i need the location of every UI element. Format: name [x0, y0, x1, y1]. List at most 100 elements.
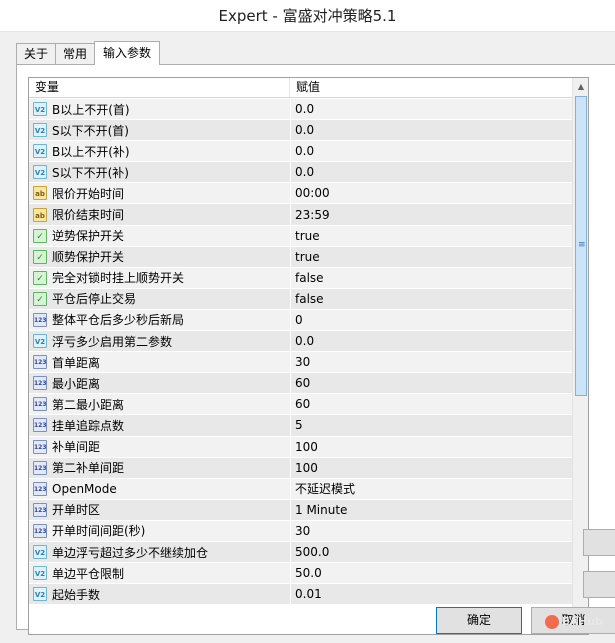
column-header-value[interactable]: 赋值: [290, 78, 574, 97]
variable-cell: V2 S以下不开(补): [29, 162, 291, 183]
variable-name: 补单间距: [52, 440, 101, 455]
tab-strip: 关于 常用 输入参数: [16, 41, 161, 65]
value-cell[interactable]: 500.0: [291, 542, 574, 562]
value-cell[interactable]: 60: [291, 373, 574, 393]
value-cell[interactable]: 5: [291, 415, 574, 435]
value-cell[interactable]: 0.0: [291, 141, 574, 161]
side-button-lower[interactable]: [583, 571, 615, 598]
variable-cell: 123 OpenMode: [29, 478, 291, 499]
variable-cell: V2 浮亏多少启用第二参数: [29, 331, 291, 352]
table-row[interactable]: 123 第二最小距离 60: [29, 394, 574, 416]
value-cell[interactable]: false: [291, 289, 574, 309]
value-cell[interactable]: 0.0: [291, 99, 574, 119]
variable-name: 限价开始时间: [52, 186, 125, 201]
value-cell[interactable]: 0.0: [291, 331, 574, 351]
column-header-variable[interactable]: 变量: [29, 78, 290, 97]
value-cell[interactable]: 100: [291, 437, 574, 457]
table-row[interactable]: V2 单边平仓限制 50.0: [29, 563, 574, 585]
variable-name: 浮亏多少启用第二参数: [52, 334, 173, 349]
table-row[interactable]: V2 B以上不开(首) 0.0: [29, 99, 574, 121]
variable-name: 首单距离: [52, 355, 101, 370]
scroll-thumb[interactable]: ≡: [575, 96, 587, 396]
variable-cell: V2 S以下不开(首): [29, 120, 291, 141]
int-icon: 123: [33, 418, 47, 433]
table-row[interactable]: 123 开单时区 1 Minute: [29, 499, 574, 521]
table-row[interactable]: 123 整体平仓后多少秒后新局 0: [29, 309, 574, 332]
int-icon: 123: [33, 481, 47, 496]
bool-icon: ✓: [33, 228, 47, 243]
table-row[interactable]: 123 开单时间间距(秒) 30: [29, 520, 574, 542]
scroll-grip-icon: ≡: [578, 240, 586, 250]
table-row[interactable]: V2 B以上不开(补) 0.0: [29, 141, 574, 163]
variable-name: 第二最小距离: [52, 397, 125, 412]
watermark-text: EAHub: [562, 615, 603, 628]
table-row[interactable]: 123 挂单追踪点数 5: [29, 415, 574, 437]
variable-name: OpenMode: [52, 481, 117, 496]
table-row[interactable]: 123 最小距离 60: [29, 373, 574, 395]
table-row[interactable]: ✓ 逆势保护开关 true: [29, 225, 574, 247]
scroll-up-arrow-icon[interactable]: ▲: [573, 78, 588, 95]
value-cell[interactable]: 0: [291, 310, 574, 330]
int-icon: 123: [33, 397, 47, 412]
side-button-upper[interactable]: [583, 529, 615, 556]
double-icon: V2: [33, 165, 47, 180]
inputs-panel: 变量 赋值 V2 B以上不开(首) 0.0 V2 S以下不开(首) 0.0 V2 B以上不开(…: [16, 64, 615, 635]
value-cell[interactable]: 0.0: [291, 120, 574, 140]
value-cell[interactable]: 0.0: [291, 162, 574, 182]
value-cell[interactable]: false: [291, 268, 574, 288]
value-cell[interactable]: 1 Minute: [291, 500, 574, 520]
value-cell[interactable]: 100: [291, 458, 574, 478]
variable-cell: ✓ 平仓后停止交易: [29, 288, 291, 309]
table-row[interactable]: 123 首单距离 30: [29, 352, 574, 374]
variable-cell: ✓ 完全对锁时挂上顺势开关: [29, 267, 291, 288]
tab-inputs[interactable]: 输入参数: [94, 41, 161, 65]
value-cell[interactable]: true: [291, 247, 574, 267]
table-row[interactable]: ✓ 平仓后停止交易 false: [29, 288, 574, 310]
variable-cell: V2 单边浮亏超过多少不继续加仓: [29, 541, 291, 563]
variable-cell: ab 限价开始时间: [29, 183, 291, 204]
value-cell[interactable]: 不延迟模式: [291, 479, 574, 499]
value-cell[interactable]: 30: [291, 352, 574, 372]
table-row[interactable]: ✓ 顺势保护开关 true: [29, 246, 574, 268]
double-icon: V2: [33, 566, 47, 581]
watermark-logo-icon: [545, 615, 559, 629]
variable-cell: ✓ 顺势保护开关: [29, 246, 291, 267]
variable-name: 开单时区: [52, 503, 101, 518]
int-icon: 123: [33, 355, 47, 370]
value-cell[interactable]: 00:00: [291, 183, 574, 203]
table-row[interactable]: ab 限价结束时间 23:59: [29, 204, 574, 226]
variable-name: 整体平仓后多少秒后新局: [52, 313, 185, 328]
table-row[interactable]: 123 第二补单间距 100: [29, 457, 574, 479]
value-cell[interactable]: 23:59: [291, 204, 574, 224]
table-row[interactable]: V2 单边浮亏超过多少不继续加仓 500.0: [29, 541, 574, 564]
table-row[interactable]: V2 起始手数 0.01: [29, 584, 574, 606]
variable-cell: 123 第二最小距离: [29, 394, 291, 415]
table-row[interactable]: ✓ 完全对锁时挂上顺势开关 false: [29, 267, 574, 289]
value-cell[interactable]: 50.0: [291, 563, 574, 583]
variable-cell: 123 最小距离: [29, 373, 291, 394]
variable-cell: 123 开单时间间距(秒): [29, 520, 291, 541]
int-icon: 123: [33, 439, 47, 454]
value-cell[interactable]: 30: [291, 521, 574, 541]
string-icon: ab: [33, 186, 47, 201]
variable-name: 顺势保护开关: [52, 250, 125, 265]
variable-name: 起始手数: [52, 587, 101, 602]
table-row[interactable]: ab 限价开始时间 00:00: [29, 183, 574, 205]
table-row[interactable]: V2 浮亏多少启用第二参数 0.0: [29, 331, 574, 353]
value-cell[interactable]: true: [291, 226, 574, 246]
table-row[interactable]: 123 OpenMode 不延迟模式: [29, 478, 574, 500]
tab-common[interactable]: 常用: [55, 43, 96, 64]
ok-button[interactable]: 确定: [436, 607, 522, 634]
tab-about[interactable]: 关于: [16, 43, 57, 64]
value-cell[interactable]: 0.01: [291, 584, 574, 604]
table-row[interactable]: V2 S以下不开(首) 0.0: [29, 120, 574, 142]
int-icon: 123: [33, 523, 47, 538]
variable-name: 单边平仓限制: [52, 566, 125, 581]
variable-name: 平仓后停止交易: [52, 292, 137, 307]
value-cell[interactable]: 60: [291, 394, 574, 414]
variable-cell: ab 限价结束时间: [29, 204, 291, 225]
table-row[interactable]: V2 S以下不开(补) 0.0: [29, 162, 574, 184]
variable-name: 挂单追踪点数: [52, 418, 125, 433]
table-row[interactable]: 123 补单间距 100: [29, 436, 574, 458]
double-icon: V2: [33, 144, 47, 159]
